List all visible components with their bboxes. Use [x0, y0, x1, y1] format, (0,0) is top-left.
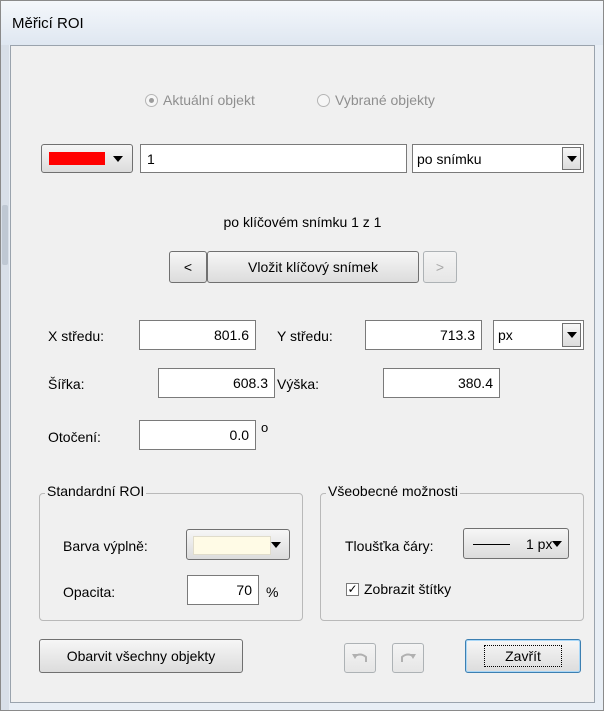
- undo-icon: [352, 653, 367, 662]
- dialog-content: Aktuální objekt Vybrané objekty 1 po sní…: [10, 45, 595, 703]
- undo-button[interactable]: [344, 643, 376, 673]
- unit-value: px: [498, 327, 513, 343]
- object-name-value: 1: [147, 150, 155, 167]
- height-value: 380.4: [457, 375, 493, 391]
- window-title: Měřicí ROI: [12, 15, 84, 32]
- redo-icon: [401, 653, 416, 662]
- x-center-input[interactable]: 801.6: [139, 320, 256, 350]
- chevron-down-icon: [113, 156, 123, 162]
- fill-color-swatch: [193, 536, 271, 555]
- unit-dropdown-button[interactable]: [562, 323, 581, 347]
- title-bar[interactable]: Měřicí ROI: [1, 1, 603, 45]
- opacity-unit: %: [266, 584, 279, 600]
- radio-selected-objects-label: Vybrané objekty: [335, 92, 435, 108]
- opacity-value: 70: [236, 582, 252, 598]
- y-center-value: 713.3: [439, 327, 475, 343]
- show-labels-checkbox[interactable]: ✓: [346, 583, 359, 596]
- width-value: 608.3: [232, 375, 268, 391]
- line-width-value: 1 px: [526, 536, 553, 552]
- next-keyframe-button[interactable]: >: [423, 251, 457, 283]
- color-all-objects-button[interactable]: Obarvit všechny objekty: [39, 639, 243, 673]
- unit-select[interactable]: px: [493, 320, 584, 350]
- general-options-title: Všeobecné možnosti: [326, 483, 460, 499]
- previous-keyframe-button[interactable]: <: [169, 251, 207, 283]
- radio-dot-unchecked: [317, 93, 330, 107]
- chevron-down-icon: [566, 155, 577, 162]
- interpolation-value: po snímku: [417, 150, 482, 167]
- interpolation-select[interactable]: po snímku: [412, 144, 584, 173]
- keyframe-status: po klíčovém snímku 1 z 1: [223, 214, 382, 230]
- standard-roi-title: Standardní ROI: [45, 483, 147, 499]
- radio-selected-objects[interactable]: Vybrané objekty: [317, 92, 435, 108]
- radio-current-object-label: Aktuální objekt: [163, 92, 255, 108]
- rotation-input[interactable]: 0.0: [139, 420, 256, 450]
- fill-color-dropdown[interactable]: [186, 529, 290, 560]
- chevron-down-icon: [566, 332, 577, 338]
- object-name-input[interactable]: 1: [140, 144, 407, 173]
- width-label: Šířka:: [48, 376, 85, 392]
- rotation-label: Otočení:: [48, 429, 101, 445]
- rotation-value: 0.0: [229, 427, 249, 443]
- height-input[interactable]: 380.4: [383, 368, 500, 398]
- line-width-label: Tloušťka čáry:: [345, 538, 434, 554]
- x-center-value: 801.6: [213, 327, 249, 343]
- close-button[interactable]: Zavřít: [465, 639, 581, 673]
- chevron-down-icon: [271, 542, 281, 548]
- x-center-label: X středu:: [48, 328, 105, 344]
- interpolation-dropdown-button[interactable]: [562, 147, 581, 170]
- height-label: Výška:: [277, 376, 320, 392]
- radio-current-object[interactable]: Aktuální objekt: [145, 92, 255, 108]
- redo-button[interactable]: [392, 643, 424, 673]
- object-color-dropdown[interactable]: [41, 144, 133, 173]
- close-button-label: Zavřít: [484, 645, 562, 667]
- show-labels-label: Zobrazit štítky: [364, 581, 452, 597]
- radio-dot-checked: [145, 93, 158, 107]
- roi-dialog: Měřicí ROI Aktuální objekt Vybrané objek…: [0, 0, 604, 711]
- degree-symbol: o: [261, 420, 269, 435]
- object-color-swatch: [49, 152, 105, 165]
- opacity-input[interactable]: 70: [187, 575, 259, 605]
- chevron-down-icon: [552, 541, 562, 547]
- strip-thumb: [2, 205, 8, 265]
- y-center-input[interactable]: 713.3: [365, 320, 482, 350]
- y-center-label: Y středu:: [277, 328, 333, 344]
- checkmark-icon: ✓: [347, 582, 358, 596]
- left-strip: [1, 45, 9, 710]
- width-input[interactable]: 608.3: [158, 368, 275, 398]
- line-sample: [473, 544, 510, 545]
- line-width-dropdown[interactable]: 1 px: [463, 528, 569, 559]
- opacity-label: Opacita:: [63, 584, 116, 600]
- insert-keyframe-button[interactable]: Vložit klíčový snímek: [207, 251, 419, 283]
- fill-color-label: Barva výplně:: [63, 538, 148, 554]
